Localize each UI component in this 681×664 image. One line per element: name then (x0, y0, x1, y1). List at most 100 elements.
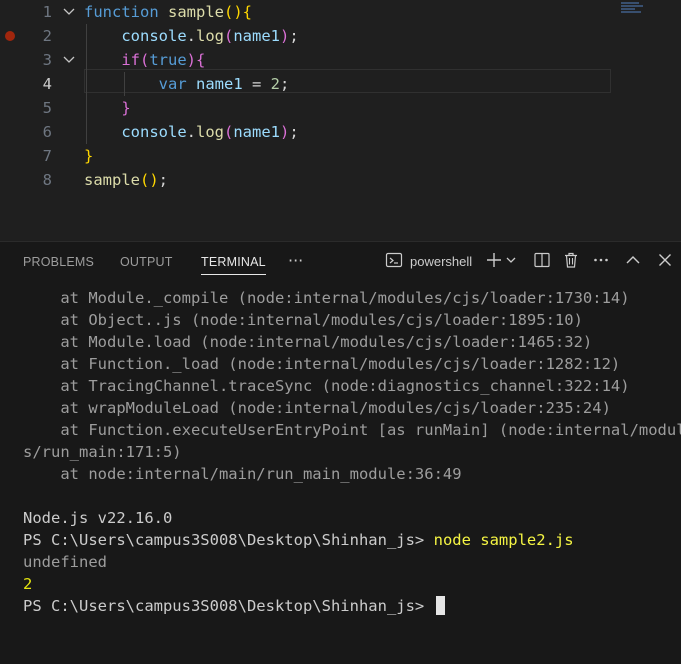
code-line[interactable]: 4 var name1 = 2; (0, 72, 681, 96)
terminal-text: at wrapModuleLoad (node:internal/modules… (23, 399, 611, 417)
code-token: = (242, 75, 271, 93)
breakpoint-gutter[interactable] (5, 96, 15, 120)
code-line[interactable]: 5 } (0, 96, 681, 120)
code-line[interactable]: 2 console.log(name1); (0, 24, 681, 48)
chevron-up-icon[interactable] (624, 251, 644, 273)
line-number: 3 (42, 51, 52, 69)
breakpoint-icon[interactable] (5, 31, 15, 41)
terminal-icon[interactable] (385, 251, 405, 273)
code-token: ( (224, 123, 234, 141)
terminal-line: undefined (23, 551, 107, 573)
breakpoint-gutter[interactable] (5, 24, 15, 48)
active-tab-indicator (201, 274, 266, 275)
minimap[interactable] (621, 2, 645, 16)
ellipsis-icon[interactable] (592, 251, 612, 273)
code-token: log (196, 123, 224, 141)
trash-icon[interactable] (562, 251, 582, 273)
terminal-text: s/run_main:171:5) (23, 443, 182, 461)
code-line[interactable]: 8 sample(); (0, 168, 681, 192)
code-line[interactable]: 1 function sample(){ (0, 0, 681, 24)
terminal-line: at TracingChannel.traceSync (node:diagno… (23, 375, 630, 397)
terminal-cursor (435, 596, 445, 615)
code-token: sample (168, 3, 224, 21)
breakpoint-gutter[interactable] (5, 120, 15, 144)
terminal-line: at Module.load (node:internal/modules/cj… (23, 331, 592, 353)
line-number: 6 (42, 123, 52, 141)
code-text[interactable]: sample(); (84, 168, 168, 192)
breakpoint-gutter[interactable] (5, 48, 15, 72)
terminal-text: 2 (23, 575, 33, 593)
terminal-line: PS C:\Users\campus3S008\Desktop\Shinhan_… (23, 595, 445, 617)
line-number: 4 (42, 75, 52, 93)
code-line[interactable]: 6 console.log(name1); (0, 120, 681, 144)
code-line[interactable]: 3 if(true){ (0, 48, 681, 72)
split-editor-icon[interactable] (533, 251, 553, 273)
code-text[interactable]: console.log(name1); (84, 24, 299, 48)
line-number: 7 (42, 147, 52, 165)
code-token: ; (280, 75, 290, 93)
chevron-down-icon[interactable] (505, 251, 519, 273)
chevron-down-icon[interactable] (62, 48, 76, 72)
code-text[interactable]: } (84, 144, 93, 168)
terminal-line: at Module._compile (node:internal/module… (23, 287, 629, 309)
code-token: ) (280, 123, 290, 141)
tab-output[interactable]: OUTPUT (120, 242, 173, 282)
close-icon[interactable] (656, 251, 676, 273)
code-token: () (224, 3, 243, 21)
terminal-line: Node.js v22.16.0 (23, 507, 172, 529)
code-token: 2 (270, 75, 281, 93)
code-token: name1 (233, 123, 281, 141)
tab-problems[interactable]: PROBLEMS (23, 242, 94, 282)
line-number: 8 (42, 171, 52, 189)
terminal-text: at node:internal/main/run_main_module:36… (23, 465, 462, 483)
code-token: } (121, 99, 131, 117)
code-text[interactable]: if(true){ (84, 48, 205, 72)
code-token: ( (140, 51, 150, 69)
terminal-text: at Module.load (node:internal/modules/cj… (23, 333, 593, 351)
terminal-line: s/run_main:171:5) (23, 441, 182, 463)
code-text[interactable]: console.log(name1); (84, 120, 299, 144)
terminal-text: PS C:\Users\campus3S008\Desktop\Shinhan_… (23, 531, 434, 549)
breakpoint-gutter[interactable] (5, 168, 15, 192)
bottom-panel: PROBLEMS OUTPUT TERMINAL ··· powershell … (0, 241, 681, 664)
panel-more-button[interactable]: ··· (288, 251, 303, 270)
breakpoint-gutter[interactable] (5, 144, 15, 168)
code-text[interactable]: var name1 = 2; (84, 72, 290, 96)
breakpoint-gutter[interactable] (5, 72, 15, 96)
terminal-text: Node.js v22.16.0 (23, 509, 173, 527)
code-token: ; (158, 171, 169, 189)
terminal-line: at Object..js (node:internal/modules/cjs… (23, 309, 583, 331)
code-text[interactable]: } (84, 96, 131, 120)
code-token: if (121, 51, 140, 69)
chevron-down-icon[interactable] (62, 0, 76, 24)
code-token: name1 (196, 75, 243, 93)
code-token: } (84, 147, 94, 165)
plus-icon[interactable] (485, 251, 505, 273)
terminal-text: at Object..js (node:internal/modules/cjs… (23, 311, 583, 329)
line-number: 1 (42, 3, 52, 21)
code-token: ) (280, 27, 290, 45)
terminal-line: at node:internal/main/run_main_module:36… (23, 463, 462, 485)
code-token: ( (224, 27, 234, 45)
code-token: true (149, 51, 187, 69)
terminal-text: undefined (23, 553, 107, 571)
breakpoint-gutter[interactable] (5, 0, 15, 24)
code-editor[interactable]: 1 function sample(){2 console.log(name1);… (0, 0, 681, 241)
code-token: ; (289, 27, 299, 45)
terminal-line: at wrapModuleLoad (node:internal/modules… (23, 397, 611, 419)
code-token: sample (84, 171, 140, 189)
tab-terminal[interactable]: TERMINAL (201, 242, 266, 282)
terminal-shell-label[interactable]: powershell (410, 242, 472, 282)
code-text[interactable]: function sample(){ (84, 0, 252, 24)
terminal-text: at Function._load (node:internal/modules… (23, 355, 621, 373)
code-line[interactable]: 7} (0, 144, 681, 168)
terminal-command: node sample2.js (433, 531, 574, 549)
terminal-text: at Function.executeUserEntryPoint [as ru… (23, 421, 681, 439)
code-token: ; (289, 123, 299, 141)
terminal-line: at Function._load (node:internal/modules… (23, 353, 620, 375)
terminal-text: at TracingChannel.traceSync (node:diagno… (23, 377, 630, 395)
